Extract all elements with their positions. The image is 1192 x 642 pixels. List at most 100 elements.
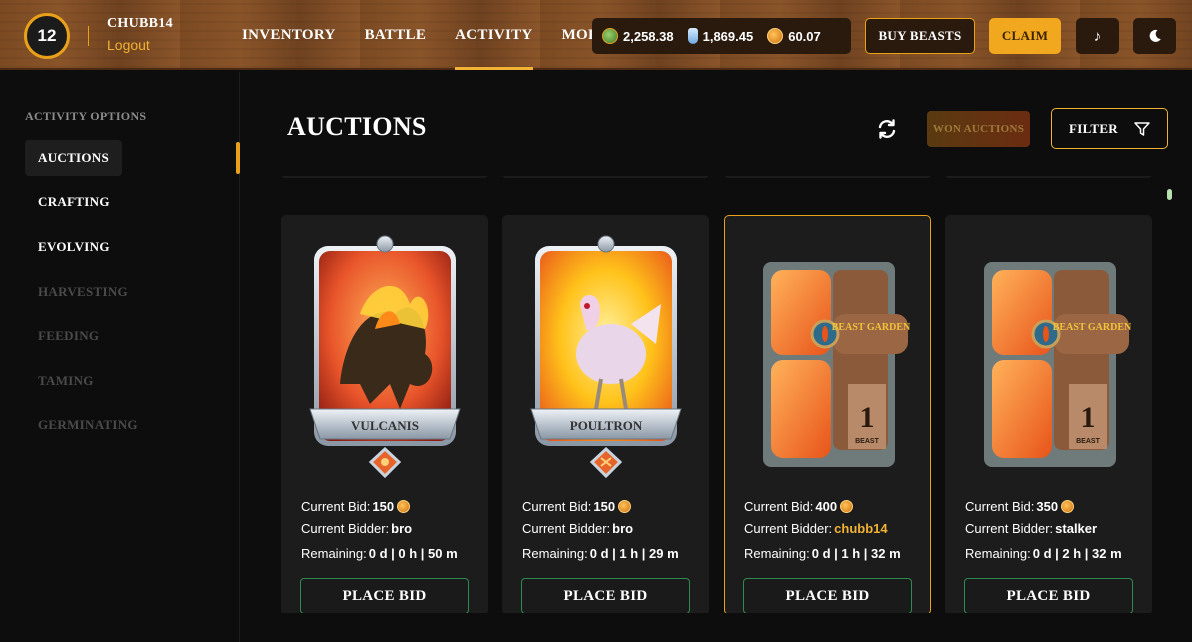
card-name: VULCANIS	[351, 418, 419, 433]
current-bidder: Current Bidder: bro	[301, 521, 412, 536]
balance-gold-value: 60.07	[788, 28, 821, 44]
pack-logo: BEAST GARDEN	[1053, 322, 1132, 333]
filter-label: FILTER	[1068, 120, 1118, 136]
sidebar-item-taming: TAMING	[38, 373, 94, 388]
music-toggle-button[interactable]: ♪	[1076, 18, 1119, 54]
sidebar-item-auctions[interactable]: AUCTIONS	[25, 140, 123, 176]
current-bidder-label: Current Bidder:	[522, 521, 611, 536]
beast-card-art: VULCANIS	[309, 235, 461, 479]
previous-row-card	[945, 176, 1152, 178]
sidebar-item-crafting[interactable]: CRAFTING	[25, 184, 123, 220]
previous-row-card	[502, 176, 709, 178]
pack-logo: BEAST GARDEN	[832, 322, 911, 333]
remaining-value: 0 d | 1 h | 32 m	[811, 546, 901, 561]
place-bid-button[interactable]: PLACE BID	[300, 578, 469, 613]
claim-button[interactable]: CLAIM	[989, 18, 1061, 54]
sidebar-item-harvesting: HARVESTING	[38, 284, 128, 299]
card-name: POULTRON	[570, 418, 643, 433]
level-badge: 12	[24, 13, 70, 59]
logout-link[interactable]: Logout	[107, 37, 150, 53]
auction-card: BEAST GARDEN 1 BEAST Current Bid: 350 Cu…	[945, 215, 1152, 613]
filter-icon	[1134, 121, 1150, 136]
current-bidder-label: Current Bidder:	[744, 521, 833, 536]
remaining-value: 0 d | 2 h | 32 m	[1032, 546, 1122, 561]
pack-count: 1	[1081, 401, 1096, 434]
gold-coin-icon	[397, 500, 411, 513]
current-bid: Current Bid: 350	[965, 499, 1075, 514]
filter-button[interactable]: FILTER	[1051, 108, 1168, 149]
won-auctions-button[interactable]: WON AUCTIONS	[927, 111, 1030, 147]
current-bidder-label: Current Bidder:	[301, 521, 390, 536]
current-bid-label: Current Bid:	[301, 499, 371, 514]
auction-card: POULTRON Current Bid: 150 Current Bidder…	[502, 215, 709, 613]
current-bid: Current Bid: 150	[301, 499, 411, 514]
theme-toggle-button[interactable]	[1133, 18, 1176, 54]
gold-coin-icon	[840, 500, 854, 513]
current-bidder-value: chubb14	[834, 521, 888, 536]
refresh-icon[interactable]	[876, 118, 898, 140]
remaining-time: Remaining: 0 d | 2 h | 32 m	[965, 546, 1122, 561]
sidebar-item-feeding: FEEDING	[38, 328, 100, 343]
moon-icon	[1149, 29, 1161, 42]
current-bid-label: Current Bid:	[522, 499, 592, 514]
current-bid: Current Bid: 400	[744, 499, 854, 514]
current-bid-label: Current Bid:	[965, 499, 1035, 514]
current-bidder: Current Bidder: stalker	[965, 521, 1097, 536]
auction-grid: VULCANIS Current Bid: 150 Current Bidder…	[270, 176, 1170, 613]
remaining-label: Remaining:	[744, 546, 810, 561]
pack-count-label: BEAST	[855, 438, 879, 445]
place-bid-button[interactable]: PLACE BID	[521, 578, 690, 613]
music-note-icon: ♪	[1093, 27, 1102, 45]
current-bid-value: 400	[815, 499, 838, 514]
place-bid-button[interactable]: PLACE BID	[743, 578, 912, 613]
balance-potion-value: 1,869.45	[702, 28, 754, 44]
remaining-value: 0 d | 0 h | 50 m	[368, 546, 458, 561]
nav-battle[interactable]: BATTLE	[365, 0, 427, 70]
remaining-value: 0 d | 1 h | 29 m	[589, 546, 679, 561]
remaining-time: Remaining: 0 d | 1 h | 29 m	[522, 546, 679, 561]
balance-gold: 60.07	[767, 28, 821, 44]
main-nav: INVENTORY BATTLE ACTIVITY MORE	[242, 0, 609, 70]
gold-coin-icon	[767, 28, 784, 44]
current-bid-value: 150	[372, 499, 395, 514]
remaining-time: Remaining: 0 d | 0 h | 50 m	[301, 546, 458, 561]
current-bidder: Current Bidder: chubb14	[744, 521, 888, 536]
beast-card-art: POULTRON	[530, 235, 682, 479]
top-bar: 12 CHUBB14 Logout INVENTORY BATTLE ACTIV…	[0, 0, 1192, 70]
remaining-label: Remaining:	[301, 546, 367, 561]
potion-icon	[687, 28, 698, 44]
auction-card: BEAST GARDEN 1 BEAST Current Bid: 400 Cu…	[724, 215, 931, 613]
sidebar-item-germinating: GERMINATING	[38, 417, 138, 432]
activity-sidebar: ACTIVITY OPTIONS AUCTIONS CRAFTING EVOLV…	[0, 72, 240, 642]
balances-panel: 2,258.38 1,869.45 60.07	[592, 18, 851, 54]
current-bidder-label: Current Bidder:	[965, 521, 1054, 536]
current-bid-value: 350	[1036, 499, 1059, 514]
previous-row-card	[724, 176, 931, 178]
sidebar-title: ACTIVITY OPTIONS	[25, 109, 147, 123]
nav-activity[interactable]: ACTIVITY	[455, 0, 533, 70]
previous-row-card	[281, 176, 488, 178]
balance-potion: 1,869.45	[687, 28, 754, 44]
page-title: AUCTIONS	[287, 112, 427, 141]
current-bidder-value: bro	[612, 521, 634, 536]
header-divider	[88, 26, 89, 46]
remaining-label: Remaining:	[965, 546, 1031, 561]
balance-seed-value: 2,258.38	[623, 28, 674, 44]
current-bid: Current Bid: 150	[522, 499, 632, 514]
current-bid-label: Current Bid:	[744, 499, 814, 514]
beast-pack-art: BEAST GARDEN 1 BEAST	[984, 262, 1132, 467]
auction-card: VULCANIS Current Bid: 150 Current Bidder…	[281, 215, 488, 613]
pack-count-label: BEAST	[1076, 438, 1100, 445]
remaining-time: Remaining: 0 d | 1 h | 32 m	[744, 546, 901, 561]
sidebar-item-evolving[interactable]: EVOLVING	[25, 229, 123, 265]
current-bidder-value: bro	[391, 521, 413, 536]
username: CHUBB14	[107, 16, 173, 31]
sidebar-active-indicator	[236, 142, 240, 174]
buy-beasts-button[interactable]: BUY BEASTS	[865, 18, 975, 54]
current-bid-value: 150	[593, 499, 616, 514]
nav-inventory[interactable]: INVENTORY	[242, 0, 336, 70]
place-bid-button[interactable]: PLACE BID	[964, 578, 1133, 613]
seed-token-icon	[602, 28, 618, 44]
scrollbar-thumb[interactable]	[1167, 189, 1172, 200]
gold-coin-icon	[1061, 500, 1075, 513]
